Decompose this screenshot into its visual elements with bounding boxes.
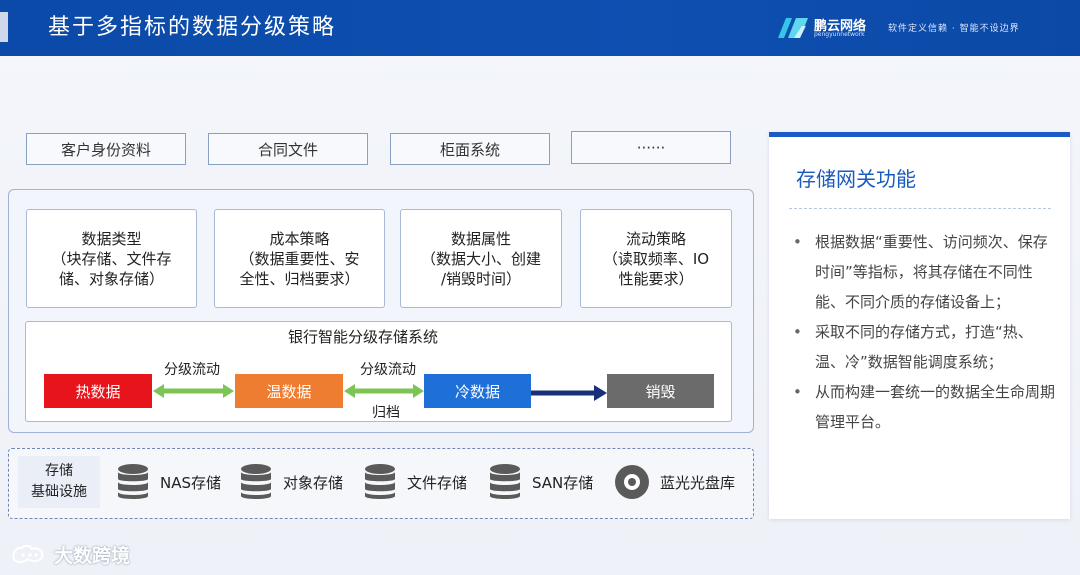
tier-destroy: 销毁: [607, 374, 714, 408]
database-icon: [118, 464, 148, 499]
storage-bluray-library: 蓝光光盘库: [614, 462, 735, 502]
database-icon: [241, 464, 271, 499]
tier-cold-label: 冷数据: [454, 382, 500, 401]
storage-label: 文件存储: [407, 473, 468, 492]
disc-icon: [615, 465, 649, 499]
tier-hot: 热数据: [44, 374, 152, 408]
database-icon: [490, 464, 520, 499]
tier-warm: 温数据: [235, 374, 343, 408]
panel-accent-bar: [769, 132, 1070, 137]
database-icon: [365, 464, 395, 499]
bullet-dot: •: [793, 233, 802, 251]
panel-title: 存储网关功能: [796, 167, 916, 191]
bullet-dot: •: [793, 383, 802, 401]
tier-destroy-label: 销毁: [645, 382, 676, 401]
flow-label-archive: 归档: [372, 405, 400, 421]
tier-warm-label: 温数据: [266, 382, 312, 401]
storage-object: 对象存储: [239, 462, 343, 502]
arrow-hot-warm: [153, 384, 234, 398]
storage-label: 对象存储: [283, 473, 344, 492]
storage-label: 蓝光光盘库: [660, 473, 736, 492]
bullet-item: • 根据数据“重要性、访问频次、保存时间”等指标，将其存储在不同性能、不同介质的…: [793, 227, 1055, 317]
watermark: 大数跨境: [10, 541, 130, 567]
storage-nas: NAS存储: [116, 462, 221, 502]
flow-label-warm-cold: 分级流动: [360, 362, 416, 378]
bullet-text: 从而构建一套统一的数据全生命周期管理平台。: [815, 383, 1056, 431]
arrow-warm-cold: [344, 384, 424, 398]
storage-label: SAN存储: [532, 473, 594, 492]
storage-san: SAN存储: [488, 462, 593, 502]
bullet-dot: •: [793, 323, 802, 341]
tier-cold: 冷数据: [424, 374, 531, 408]
storage-file: 文件存储: [363, 462, 467, 502]
panel-divider: [789, 208, 1051, 209]
bullet-list: • 根据数据“重要性、访问频次、保存时间”等指标，将其存储在不同性能、不同介质的…: [793, 227, 1055, 437]
flow-label-hot-warm: 分级流动: [164, 362, 220, 378]
watermark-text: 大数跨境: [54, 544, 131, 567]
bullet-text: 根据数据“重要性、访问频次、保存时间”等指标，将其存储在不同性能、不同介质的存储…: [815, 233, 1048, 311]
tier-hot-label: 热数据: [75, 382, 121, 401]
bullet-item: • 从而构建一套统一的数据全生命周期管理平台。: [793, 377, 1055, 437]
infrastructure-label: 存储 基础设施: [18, 456, 100, 508]
watermark-logo-icon: [12, 544, 44, 563]
arrow-cold-destroy: [531, 385, 607, 401]
bullet-text: 采取不同的存储方式，打造“热、温、冷”数据智能调度系统；: [815, 323, 1033, 371]
bullet-item: • 采取不同的存储方式，打造“热、温、冷”数据智能调度系统；: [793, 317, 1055, 377]
storage-label: NAS存储: [160, 473, 222, 492]
gateway-function-panel: 存储网关功能 • 根据数据“重要性、访问频次、保存时间”等指标，将其存储在不同性…: [769, 132, 1070, 519]
